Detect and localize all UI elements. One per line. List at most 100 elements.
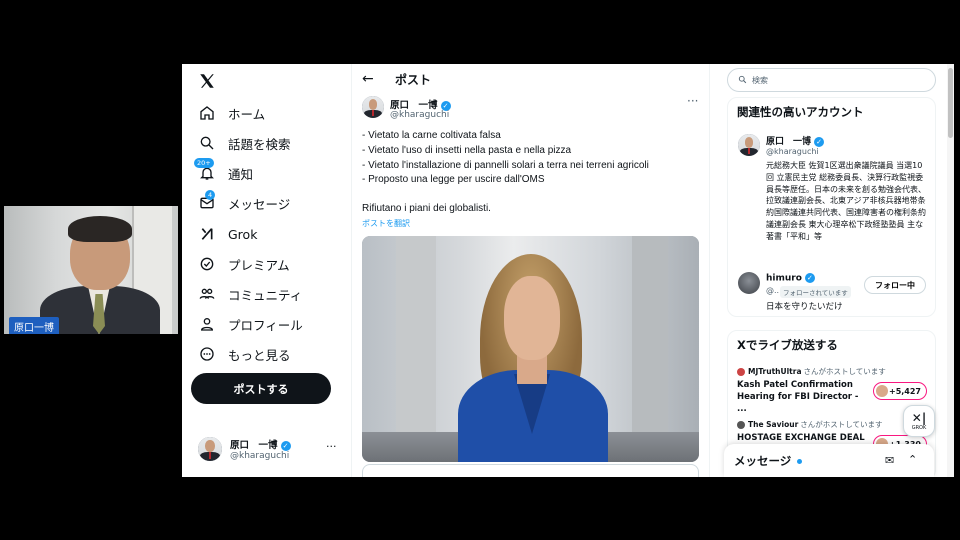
nav-home[interactable]: ホーム [198,100,265,126]
space-host: MJTruthUltra さんがホストしています [737,366,886,377]
search-input[interactable]: 検索 [727,68,936,92]
verified-badge-icon: ✓ [804,273,815,283]
scrollbar-thumb[interactable] [948,68,953,138]
author-name-row: 原口 一博 ✓ [390,97,451,111]
account-name-row[interactable]: 原口 一博 ✓ [766,134,825,147]
account-name: himuro [766,273,802,284]
search-placeholder: 検索 [752,75,768,85]
nav-more-label: もっと見る [228,347,291,363]
unread-dot [797,459,802,464]
account-avatar[interactable] [738,134,760,156]
space-listeners[interactable]: +5,427 [873,382,927,400]
nav-messages-label: メッセージ [228,196,291,212]
main-column: ← ポスト 原口 一博 ✓ @kharaguchi ··· - Vietato l… [351,64,710,477]
verified-badge-icon: ✓ [280,440,291,451]
nav-explore[interactable]: 話題を検索 [198,130,291,156]
related-accounts-title: 関連性の高いアカウント [737,105,864,119]
person-icon [198,315,216,333]
host-avatar [737,420,745,429]
right-sidebar: 検索 関連性の高いアカウント 原口 一博 ✓ @kharaguchi 元総務大臣 … [722,64,954,477]
follows-you-tag: フォローされています [780,286,851,298]
grok-icon: ✕| [911,411,927,425]
account-menu-icon[interactable]: ··· [326,440,337,453]
post-image[interactable] [362,236,699,462]
nav-notifications-label: 通知 [228,166,254,182]
author-handle: @kharaguchi [390,110,450,120]
himuro-avatar[interactable] [738,272,760,294]
space-title[interactable]: Kash Patel Confirmation Hearing for FBI … [737,379,869,415]
listener-count: +5,427 [888,386,921,396]
nav-profile[interactable]: プロフィール [198,311,303,337]
space-host: The Saviour さんがホストしています [737,419,883,430]
post-line: - Vietato la carne coltivata falsa [362,130,501,141]
user-avatar [198,437,222,461]
left-navigation: ホーム 話題を検索 20+ 通知 4 メッセージ Grok プレミアム コミュニ… [182,64,350,477]
nav-grok[interactable]: Grok [198,221,257,247]
post-more-icon[interactable]: ··· [687,94,698,108]
host-suffix: さんがホストしています [800,420,883,429]
nav-notifications[interactable]: 20+ 通知 [194,158,254,186]
host-suffix: さんがホストしています [803,367,886,376]
expand-chevrons-icon[interactable]: ⌃ [908,453,917,466]
account-name-row: 原口 一博 ✓ [230,437,291,451]
nav-premium-label: プレミアム [228,257,290,273]
nav-explore-label: 話題を検索 [228,136,291,152]
author-avatar[interactable] [362,96,384,118]
listener-avatar [876,385,888,397]
verified-badge-icon: ✓ [814,136,825,147]
nav-home-label: ホーム [228,106,266,122]
nav-more[interactable]: もっと見る [198,341,291,367]
home-icon [198,104,216,122]
envelope-icon: 4 [198,190,216,212]
account-name-row[interactable]: himuro ✓ [766,273,815,284]
messages-title: メッセージ [734,454,792,468]
back-arrow-icon[interactable]: ← [362,71,374,87]
scrollbar[interactable] [947,64,954,477]
post-author[interactable]: 原口 一博 ✓ @kharaguchi [362,96,702,126]
account-name: 原口 一博 [766,137,812,147]
host-name: The Saviour [748,420,799,429]
post-button[interactable]: ポストする [191,373,331,404]
more-circle-icon [198,345,216,363]
following-button[interactable]: フォロー中 [864,276,926,294]
premium-badge-icon [198,255,216,273]
post-text: - Vietato la carne coltivata falsa - Vie… [362,129,702,217]
nav-profile-label: プロフィール [228,317,303,333]
people-icon [198,285,216,303]
post-line: - Proposto una legge per uscire dall'OMS [362,174,545,186]
nav-messages[interactable]: 4 メッセージ [198,190,290,216]
x-browser-window: ホーム 話題を検索 20+ 通知 4 メッセージ Grok プレミアム コミュニ… [182,64,954,477]
notifications-badge: 20+ [194,158,214,168]
verified-badge-icon: ✓ [440,100,451,111]
translate-post-link[interactable]: ポストを翻訳 [362,218,410,229]
post-line: - Vietato l'installazione di pannelli so… [362,159,649,171]
account-bio: 日本を守りたいだけ [766,302,843,312]
quoted-post-preview[interactable] [362,464,699,477]
compose-message-icon[interactable]: ✉ [885,454,894,467]
video-tile: 原口一博 [4,206,178,334]
post-line: - Vietato l'uso di insetti nella pasta e… [362,144,572,156]
search-icon [738,75,747,86]
space-title[interactable]: HOSTAGE EXCHANGE DEAL [737,432,869,444]
search-icon [198,134,216,152]
nav-premium[interactable]: プレミアム [198,251,290,277]
account-handle: @kharaguchi [230,451,290,461]
account-bio: 元総務大臣 佐賀1区選出衆議院議員 当選10回 立憲民主党 総務委員長、決算行政… [766,161,926,241]
grok-floating-button[interactable]: ✕| GROK [903,405,935,437]
grok-icon [198,225,216,243]
host-name: MJTruthUltra [748,367,802,376]
nav-communities[interactable]: コミュニティ [198,281,302,307]
page-title: ポスト [395,73,432,87]
account-switcher[interactable]: 原口 一博 ✓ @kharaguchi ··· [198,434,348,470]
nav-communities-label: コミュニティ [228,287,303,303]
messages-drawer[interactable]: メッセージ ✉ ⌃ [724,444,934,477]
participant-name: 原口一博 [9,317,59,334]
speaker-hair [68,216,132,242]
post-closing: Rifiutano i piani dei globalisti. [362,203,491,215]
account-handle: @kharaguchi [766,147,819,156]
live-spaces-title: Xでライブ放送する [737,338,838,352]
x-logo-icon[interactable] [198,72,218,92]
nav-grok-label: Grok [228,226,258,242]
grok-label: GROK [911,425,927,431]
bell-icon: 20+ [194,158,216,182]
